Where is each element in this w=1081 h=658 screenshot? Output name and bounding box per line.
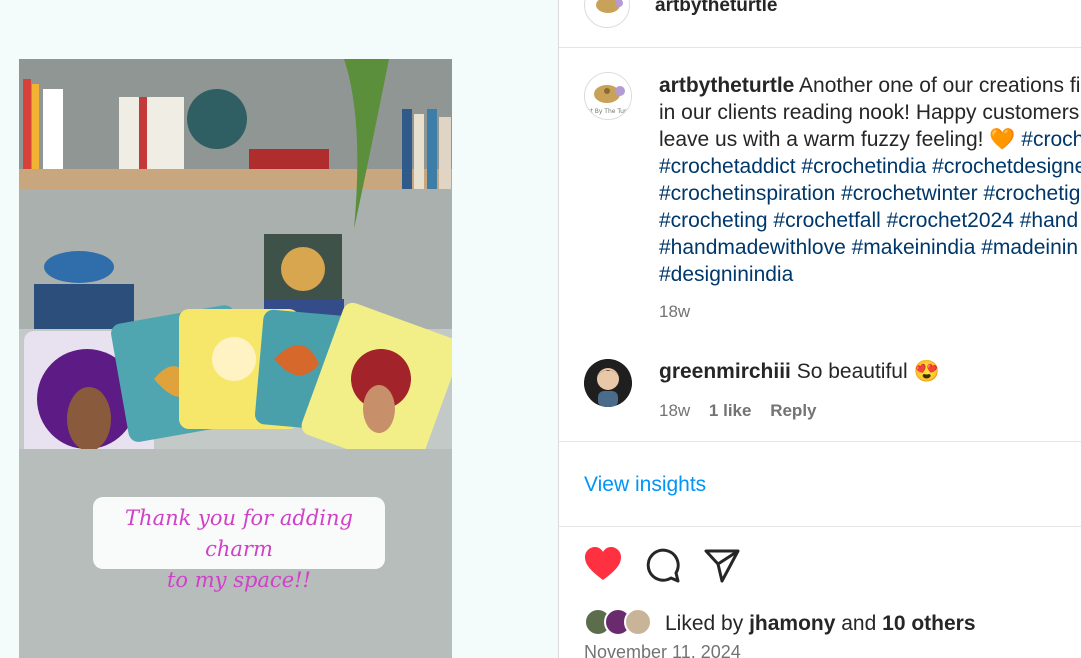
turtle-logo-icon: Art By The Turtle: [585, 74, 632, 119]
hashtags-line-7[interactable]: #handmadewithlove #makeinindia #madeinin: [659, 234, 1081, 261]
post-caption: artbytheturtle Another one of our creati…: [659, 72, 1081, 288]
liked-by-middle: and: [835, 612, 883, 635]
view-insights-link[interactable]: View insights: [584, 473, 706, 497]
comment-button[interactable]: [643, 545, 683, 585]
image-overlay-caption: Thank you for adding charm to my space!!: [93, 497, 385, 592]
insights-top-divider: [559, 441, 1081, 442]
hashtags-line-6[interactable]: #crocheting #crochetfall #crochet2024 #h…: [659, 207, 1081, 234]
commenter-username[interactable]: greenmirchiii: [659, 360, 791, 383]
overlay-line-2: to my space!!: [166, 568, 312, 592]
caption-username[interactable]: artbytheturtle: [659, 74, 794, 97]
caption-line-2: in our clients reading nook! Happy custo…: [659, 101, 1080, 124]
heart-eyes-emoji: 😍: [913, 360, 940, 383]
comment-likes[interactable]: 1 like: [709, 401, 752, 420]
overlay-line-1: Thank you for adding charm: [125, 506, 353, 561]
paper-plane-icon: [704, 549, 740, 583]
comment-meta: 18w 1 like Reply: [659, 401, 831, 421]
orange-heart-emoji: 🧡: [989, 128, 1016, 151]
actions-top-divider: [559, 526, 1081, 527]
hashtags-line-8[interactable]: #designinindia: [659, 261, 1081, 288]
header-username[interactable]: artbytheturtle: [655, 0, 777, 17]
comment-body: So beautiful: [790, 360, 914, 383]
post-details-pane: artbytheturtle Art By The Turtle artbyth…: [558, 0, 1081, 658]
svg-text:Art By The Turtle: Art By The Turtle: [585, 108, 632, 115]
heart-filled-icon: [585, 547, 621, 580]
comment-text: greenmirchiii So beautiful 😍: [659, 360, 940, 384]
caption-line-1: Another one of our creations fi: [794, 74, 1081, 97]
liked-by-text: Liked by jhamony and 10 others: [665, 612, 976, 636]
post-media-pane: Thank you for adding charm to my space!!: [0, 0, 558, 658]
comment-time[interactable]: 18w: [659, 401, 690, 420]
hashtag-link[interactable]: #croch: [1015, 128, 1081, 151]
post-date: November 11, 2024: [584, 642, 741, 658]
share-button[interactable]: [702, 545, 742, 585]
commenter-avatar-icon: [584, 359, 632, 407]
caption-time[interactable]: 18w: [659, 302, 690, 322]
like-button[interactable]: [583, 545, 623, 585]
caption-line-3: leave us with a warm fuzzy feeling!: [659, 128, 990, 151]
others-link[interactable]: 10 others: [882, 612, 975, 635]
liker-avatar-3[interactable]: [624, 608, 652, 636]
liker-username[interactable]: jhamony: [749, 612, 835, 635]
comment-bubble-icon: [646, 548, 680, 583]
reply-button[interactable]: Reply: [770, 401, 816, 420]
liked-by-prefix: Liked by: [665, 612, 750, 635]
commenter-avatar[interactable]: [584, 359, 632, 407]
post-image[interactable]: Thank you for adding charm to my space!!: [19, 59, 452, 658]
header-avatar[interactable]: [584, 0, 630, 28]
turtle-logo-icon: [586, 0, 629, 27]
hashtags-line-4[interactable]: #crochetaddict #crochetindia #crochetdes…: [659, 153, 1081, 180]
caption-avatar[interactable]: Art By The Turtle: [584, 72, 632, 120]
hashtags-line-5[interactable]: #crochetinspiration #crochetwinter #croc…: [659, 180, 1081, 207]
header-divider: [559, 47, 1081, 48]
